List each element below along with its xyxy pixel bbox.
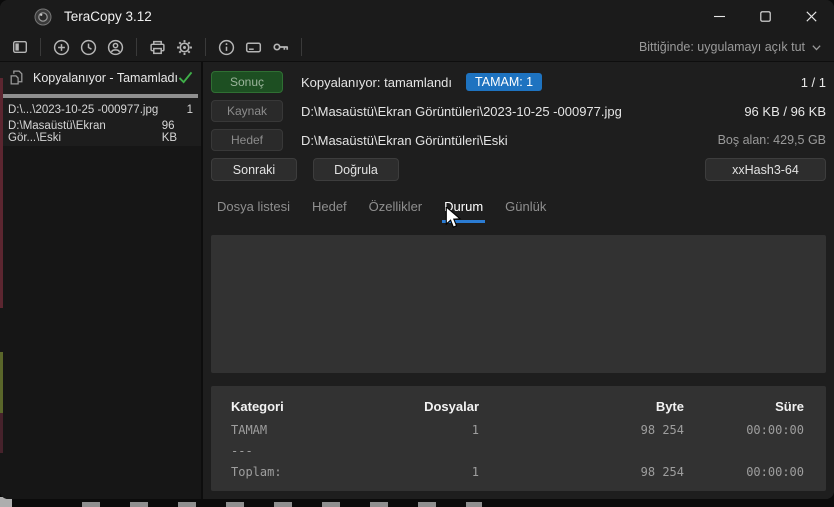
main-panel: Sonuç Kopyalanıyor: tamamlandı TAMAM: 1 … [203, 62, 834, 499]
window-title: TeraCopy 3.12 [64, 9, 152, 24]
settings-icon[interactable] [171, 35, 198, 59]
job-source-path: D:\...\2023-10-25 -000977.jpg [8, 104, 158, 116]
status-table-header: Kategori Dosyalar Byte Süre [231, 396, 806, 417]
table-row: Toplam: 1 98 254 00:00:00 [231, 462, 806, 483]
chevron-down-icon [811, 42, 822, 53]
background-window-sliver [0, 352, 3, 413]
next-button[interactable]: Sonraki [211, 158, 297, 181]
print-icon[interactable] [144, 35, 171, 59]
job-size: 96 KB [162, 120, 193, 144]
add-icon[interactable] [48, 35, 75, 59]
titlebar: TeraCopy 3.12 [0, 0, 834, 33]
tab-hedef[interactable]: Hedef [301, 194, 358, 223]
history-icon[interactable] [75, 35, 102, 59]
tab-bar: Dosya listesi Hedef Özellikler Durum Gün… [206, 194, 826, 223]
card-icon[interactable] [240, 35, 267, 59]
target-path: D:\Masaüstü\Ekran Görüntüleri\Eski [301, 133, 508, 148]
status-table: Kategori Dosyalar Byte Süre TAMAM 1 98 2… [211, 386, 826, 491]
close-button[interactable] [788, 0, 834, 33]
toolbar-separator [40, 38, 41, 56]
source-path: D:\Masaüstü\Ekran Görüntüleri\2023-10-25… [301, 104, 622, 119]
target-button[interactable]: Hedef [211, 129, 283, 151]
table-row: --- [231, 441, 806, 462]
hash-algorithm-button[interactable]: xxHash3-64 [705, 158, 826, 181]
background-window-sliver [0, 413, 3, 453]
verify-button[interactable]: Doğrula [313, 158, 399, 181]
result-status-text: Kopyalanıyor: tamamlandı [301, 75, 452, 90]
info-icon[interactable] [213, 35, 240, 59]
toolbar-separator [301, 38, 302, 56]
toolbar-separator [136, 38, 137, 56]
desktop: TeraCopy 3.12 [0, 0, 834, 507]
job-file-count: 1 [187, 104, 193, 116]
key-icon[interactable] [267, 35, 294, 59]
ok-count-badge: TAMAM: 1 [466, 73, 542, 91]
toolbar-separator [205, 38, 206, 56]
background-window-sliver [0, 78, 3, 308]
minimize-button[interactable] [696, 0, 742, 33]
copy-pages-icon [8, 69, 25, 86]
app-logo-icon [33, 7, 52, 26]
user-icon[interactable] [102, 35, 129, 59]
teracopy-window: TeraCopy 3.12 [0, 0, 834, 499]
tab-dosya-listesi[interactable]: Dosya listesi [206, 194, 301, 223]
toolbar: Bittiğinde: uygulamayı açık tut [0, 33, 834, 62]
finish-action-label: Bittiğinde: uygulamayı açık tut [639, 40, 805, 54]
job-sidebar: Kopyalanıyor - Tamamladı D:\...\2023-10-… [0, 62, 203, 499]
free-space: Boş alan: 429,5 GB [718, 133, 826, 147]
check-icon [178, 71, 193, 84]
files-counter: 1 / 1 [801, 75, 826, 90]
status-detail-panel [211, 235, 826, 373]
maximize-button[interactable] [742, 0, 788, 33]
tab-gunluk[interactable]: Günlük [494, 194, 557, 223]
tab-durum[interactable]: Durum [433, 194, 494, 223]
job-title: Kopyalanıyor - Tamamladı [33, 71, 178, 85]
tab-ozellikler[interactable]: Özellikler [358, 194, 433, 223]
panel-toggle-icon[interactable] [6, 35, 33, 59]
job-list-item[interactable]: Kopyalanıyor - Tamamladı D:\...\2023-10-… [0, 62, 201, 146]
size-progress: 96 KB / 96 KB [744, 104, 826, 119]
job-progress-bar [3, 94, 198, 98]
table-row: TAMAM 1 98 254 00:00:00 [231, 420, 806, 441]
result-button[interactable]: Sonuç [211, 71, 283, 93]
taskbar-fragment [82, 502, 482, 507]
job-target-path: D:\Masaüstü\Ekran Gör...\Eski [8, 120, 162, 144]
source-button[interactable]: Kaynak [211, 100, 283, 122]
finish-action-dropdown[interactable]: Bittiğinde: uygulamayı açık tut [639, 40, 822, 54]
